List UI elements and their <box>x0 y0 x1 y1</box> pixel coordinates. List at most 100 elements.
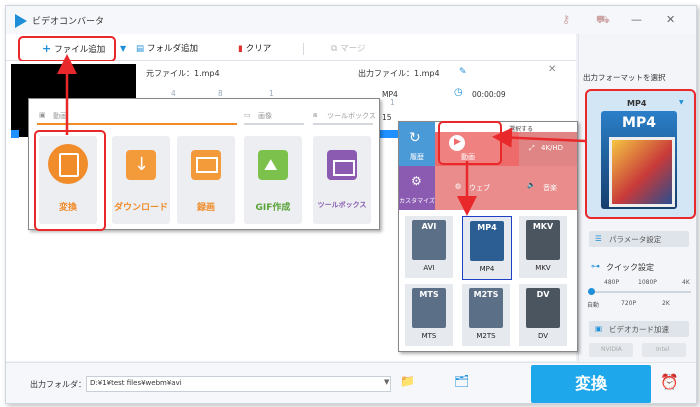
gif-tile[interactable]: ⛰ GIF作成 <box>244 136 302 224</box>
category-4khd-label: 4K/HD <box>541 144 564 152</box>
mp4-badge-text: MP4 <box>622 115 656 131</box>
clock-icon: ◷ <box>454 87 463 98</box>
category-history[interactable]: ↻ 履歴 <box>399 122 435 166</box>
parameter-settings-button[interactable]: ☰ パラメータ設定 <box>589 231 689 247</box>
cart-icon[interactable]: ⛟ <box>596 13 610 28</box>
partial-text: 1 <box>269 89 274 98</box>
parameter-settings-label: パラメータ設定 <box>609 235 662 244</box>
category-web[interactable]: ◍ ウェブ <box>435 166 519 210</box>
format-avi[interactable]: AVI AVI <box>405 216 453 278</box>
minimize-icon[interactable]: — <box>631 13 642 26</box>
format-mp4[interactable]: MP4 MP4 <box>462 216 512 280</box>
download-tile-label: ダウンロード <box>113 203 168 213</box>
partial-text: 1 <box>390 98 395 107</box>
format-dv[interactable]: DV DV <box>519 284 567 346</box>
gpu-accel-label: ビデオカード加速 <box>609 325 669 334</box>
dv-badge: DV <box>536 290 550 299</box>
image-header-line <box>244 123 304 125</box>
category-music-label: 音楽 <box>543 184 557 192</box>
video-header: 動画 <box>53 112 67 120</box>
nvidia-badge: NVIDIA <box>589 343 633 357</box>
clear-button[interactable]: ▮ クリア <box>238 42 271 54</box>
mkv-file-icon: MKV <box>526 220 560 260</box>
clear-label: クリア <box>245 44 272 54</box>
output-folder-field[interactable]: D:¥1¥test files¥webm¥avi <box>86 376 391 392</box>
format-mkv[interactable]: MKV MKV <box>519 216 567 278</box>
trash-icon: ▮ <box>238 44 243 54</box>
folder-dropdown-icon[interactable]: ▼ <box>384 378 389 386</box>
close-icon[interactable]: ✕ <box>666 13 675 26</box>
image-icon: ⛰ <box>258 150 288 180</box>
format-m2ts[interactable]: M2TS M2TS <box>462 284 510 346</box>
mkv-label: MKV <box>535 264 551 272</box>
folder-settings-icon[interactable]: 🗂 <box>454 374 469 388</box>
quality-slider-thumb[interactable] <box>588 288 595 295</box>
add-file-label: ファイル追加 <box>54 45 106 55</box>
mkv-badge: MKV <box>532 222 554 231</box>
hd-icon: ⤢ <box>529 144 535 152</box>
scale-label-720p: 720P <box>621 300 637 307</box>
toolbox-tile[interactable]: ツールボックス <box>313 136 371 224</box>
record-tile[interactable]: 録画 <box>177 136 235 224</box>
record-tile-label: 録画 <box>196 203 215 213</box>
category-custom[interactable]: ⚙ カスタマイズ <box>399 166 435 210</box>
app-logo-icon <box>15 14 27 28</box>
intel-badge: Intel <box>642 343 686 357</box>
gpu-accel-button[interactable]: ▣ ビデオカード加速 <box>589 321 689 337</box>
intel-label: Intel <box>656 346 670 353</box>
screen-record-icon <box>191 150 221 180</box>
alarm-clock-icon[interactable]: ⏰ <box>660 373 679 391</box>
avi-file-icon: AVI <box>412 220 446 260</box>
video-category-highlight: ▶ <box>438 121 502 165</box>
convert-button[interactable]: 変換 <box>531 365 651 403</box>
key-icon[interactable]: ⚷ <box>562 13 570 26</box>
selection-strip-left <box>11 130 19 138</box>
selection-strip-right <box>378 130 398 138</box>
video-header-line <box>37 123 237 125</box>
plus-icon: + <box>42 42 52 55</box>
merge-icon: ⧉ <box>331 44 338 54</box>
add-folder-button[interactable]: ▤ フォルダ追加 <box>136 42 198 54</box>
quality-slider-track[interactable] <box>589 291 691 293</box>
play-circle-icon: ▶ <box>449 135 465 151</box>
toolbox-header-icon: ⧈ <box>313 111 318 119</box>
merge-label: マージ <box>340 44 366 54</box>
app-title: ビデオコンバータ <box>32 17 105 27</box>
mts-file-icon: MTS <box>412 288 446 328</box>
toolbar-divider <box>303 43 304 55</box>
m2ts-badge: M2TS <box>473 290 499 299</box>
avi-label: AVI <box>423 264 435 272</box>
edit-name-icon[interactable]: ✎ <box>459 67 467 77</box>
dv-label: DV <box>537 332 549 340</box>
source-file-label: 元ファイル：1.mp4 <box>146 69 220 78</box>
download-tile[interactable]: ↓ ダウンロード <box>112 136 170 224</box>
video-header-icon: ▣ <box>39 111 46 119</box>
partial-text: 4 <box>171 89 176 98</box>
quick-settings-label: クイック設定 <box>606 263 654 272</box>
category-4khd[interactable]: ⤢ 4K/HD <box>519 132 577 166</box>
format-selector[interactable]: MP4 ▼ MP4 <box>585 89 696 219</box>
history-icon: ↻ <box>409 130 421 146</box>
folder-plus-icon: ▤ <box>136 44 145 54</box>
title-bar: ビデオコンバータ ⚷ ⛟ — ✕ <box>6 6 696 35</box>
remove-file-icon[interactable]: ✕ <box>548 64 556 75</box>
dv-file-icon: DV <box>526 288 560 328</box>
briefcase-shape <box>333 160 355 176</box>
custom-icon: ⚙ <box>411 174 422 188</box>
output-format-title: 出力フォーマットを選択 <box>583 73 666 82</box>
output-folder-label: 出力フォルダ： <box>30 380 86 389</box>
merge-button[interactable]: ⧉ マージ <box>331 42 365 54</box>
speaker-icon: 🔈 <box>527 181 536 189</box>
nvidia-label: NVIDIA <box>601 346 622 353</box>
add-file-button[interactable]: + ファイル追加 <box>42 42 105 55</box>
mp4-label: MP4 <box>479 265 495 273</box>
format-mts[interactable]: MTS MTS <box>405 284 453 346</box>
m2ts-file-icon: M2TS <box>469 288 503 328</box>
gif-tile-label: GIF作成 <box>255 203 291 213</box>
add-file-dropdown-icon[interactable]: ▼ <box>120 44 126 53</box>
open-folder-icon[interactable]: 📁 <box>400 374 415 388</box>
category-music[interactable]: 🔈 音楽 <box>519 166 577 210</box>
toolbox-header-line <box>313 123 373 125</box>
scale-label-auto: 自動 <box>587 302 600 309</box>
mts-label: MTS <box>421 332 437 340</box>
